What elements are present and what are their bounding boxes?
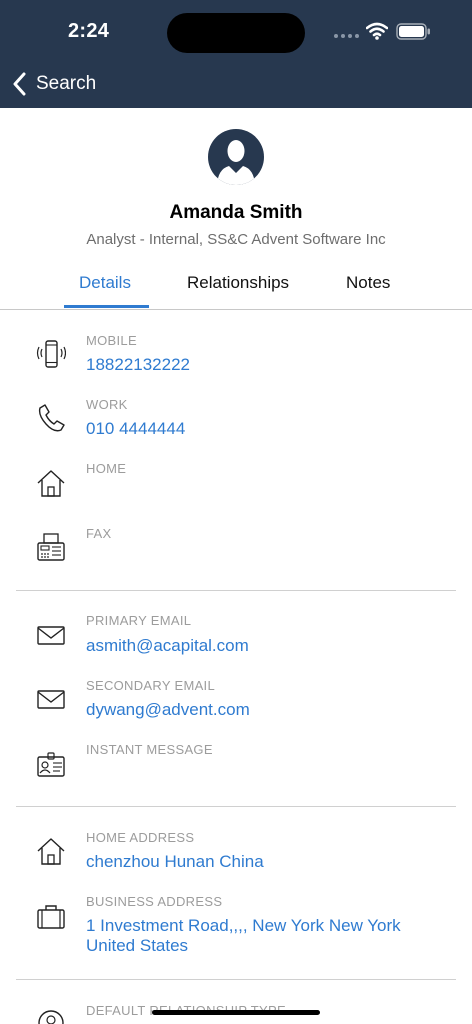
navigation-header: 2:24 Search (0, 0, 472, 108)
back-button-label: Search (36, 73, 97, 94)
fax-icon (37, 533, 65, 561)
mobile-value[interactable]: 18822132222 (86, 355, 190, 375)
home-address-value[interactable]: chenzhou Hunan China (86, 852, 264, 872)
active-tab-indicator (64, 305, 149, 308)
section-divider (16, 590, 456, 591)
mobile-label: MOBILE (86, 333, 137, 348)
primary-email-value[interactable]: asmith@acapital.com (86, 636, 249, 656)
tab-details[interactable]: Details (79, 273, 131, 293)
back-button[interactable]: Search (12, 70, 96, 98)
relationship-icon (38, 1010, 64, 1024)
envelope-icon (37, 626, 65, 645)
dynamic-island (167, 13, 305, 53)
contact-title: Analyst - Internal, SS&C Advent Software… (86, 231, 386, 248)
envelope-icon (37, 690, 65, 709)
phone-icon (38, 404, 65, 432)
cellular-signal-icon (334, 34, 359, 38)
briefcase-icon (37, 905, 65, 929)
id-badge-icon (37, 752, 65, 777)
home-icon (37, 470, 65, 497)
work-label: WORK (86, 397, 128, 412)
battery-icon (396, 23, 430, 40)
instant-message-label: INSTANT MESSAGE (86, 742, 213, 757)
contact-name: Amanda Smith (169, 202, 303, 223)
avatar (208, 129, 264, 185)
home-address-label: HOME ADDRESS (86, 830, 195, 845)
tab-notes[interactable]: Notes (346, 273, 390, 293)
home-icon (37, 838, 65, 865)
status-time: 2:24 (68, 20, 110, 42)
chevron-left-icon (13, 72, 26, 96)
tabs-divider (0, 309, 472, 310)
secondary-email-label: SECONDARY EMAIL (86, 678, 216, 693)
business-address-value[interactable]: 1 Investment Road,,,, New York New York … (86, 916, 436, 956)
person-silhouette-icon (217, 140, 255, 185)
home-phone-label: HOME (86, 461, 127, 476)
primary-email-label: PRIMARY EMAIL (86, 613, 192, 628)
section-divider (16, 806, 456, 807)
wifi-icon (366, 22, 388, 40)
fax-label: FAX (86, 526, 112, 541)
mobile-phone-icon (36, 340, 66, 368)
section-divider (16, 979, 456, 980)
business-address-label: BUSINESS ADDRESS (86, 894, 223, 909)
work-value[interactable]: 010 4444444 (86, 419, 185, 439)
secondary-email-value[interactable]: dywang@advent.com (86, 700, 250, 720)
home-indicator[interactable] (152, 1010, 320, 1015)
tab-relationships[interactable]: Relationships (187, 273, 289, 293)
